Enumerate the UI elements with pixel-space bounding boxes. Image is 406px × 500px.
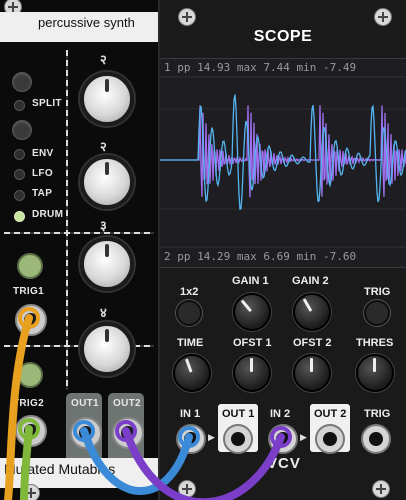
ch1-max-label: max [236, 61, 257, 74]
in2-label: IN 2 [270, 408, 291, 420]
arrow-icon: ▶ [208, 432, 215, 442]
big-knob-3[interactable] [80, 237, 134, 291]
ch2-min-label: min [296, 250, 317, 263]
ch1-min-label: min [296, 61, 317, 74]
knob-4-glyph: ४ [100, 305, 107, 320]
mode-button-1[interactable] [12, 72, 32, 92]
ch2-max-label: max [236, 250, 257, 263]
screw-icon [178, 8, 196, 26]
thres-knob[interactable] [356, 354, 394, 392]
scope-out1-jack[interactable] [223, 424, 253, 454]
out1-label: OUT1 [71, 398, 99, 409]
channel-1-trace [160, 94, 406, 211]
ch2-max: 6.69 [263, 250, 290, 263]
knob-1-glyph: २ [100, 52, 107, 67]
btn-1x2-label: 1x2 [180, 286, 199, 298]
trig1-jack[interactable] [15, 304, 47, 336]
split-label: SPLIT [32, 98, 62, 109]
in1-jack[interactable] [176, 424, 206, 454]
tap-label: TAP [32, 188, 53, 199]
trig1-label: TRIG1 [13, 286, 44, 297]
mode-1x2-button[interactable] [176, 300, 202, 326]
trig2-jack[interactable] [15, 415, 47, 447]
ch1-pp: 14.93 [197, 61, 231, 74]
split-led [14, 100, 25, 111]
gain2-label: GAIN 2 [292, 275, 329, 287]
ch1-index: 1 [164, 61, 171, 74]
scope-out1-label: OUT 1 [222, 408, 255, 420]
big-knob-4[interactable] [80, 322, 134, 376]
scope-title: SCOPE [253, 28, 313, 45]
ch2-min: -7.60 [323, 250, 357, 263]
knob-3-glyph: ३ [100, 218, 107, 233]
ch2-index: 2 [164, 250, 171, 263]
screw-icon [374, 8, 392, 26]
channel-2-trace [160, 105, 406, 198]
trig2-label: TRIG2 [13, 398, 44, 409]
module-title: percussive synth [38, 15, 135, 30]
scope-display: 1 pp 14.93 max 7.44 min -7.49 2 pp 14.29… [160, 58, 406, 268]
scope-out2-jack[interactable] [315, 424, 345, 454]
ofst2-knob[interactable] [293, 354, 331, 392]
ch1-stats: 1 pp 14.93 max 7.44 min -7.49 [164, 61, 356, 74]
ch1-min: -7.49 [323, 61, 357, 74]
screw-icon [372, 480, 390, 498]
ch2-pp-label: pp [177, 250, 191, 263]
big-knob-1[interactable] [80, 72, 134, 126]
big-knob-2[interactable] [80, 155, 134, 209]
time-label: TIME [177, 337, 204, 349]
scope-out2-label: OUT 2 [314, 408, 347, 420]
braid-decoration [4, 232, 154, 234]
braid-decoration [66, 50, 68, 390]
out1-jack[interactable] [70, 417, 102, 449]
gain1-knob[interactable] [233, 293, 271, 331]
ch2-stats: 2 pp 14.29 max 6.69 min -7.60 [164, 250, 356, 263]
gain1-label: GAIN 1 [232, 275, 269, 287]
arrow-icon: ▶ [300, 432, 307, 442]
gain2-knob[interactable] [293, 293, 331, 331]
trig-button[interactable] [364, 300, 390, 326]
ofst1-label: OFST 1 [233, 337, 272, 349]
in2-jack[interactable] [268, 424, 298, 454]
lfo-led [14, 169, 25, 180]
mode-button-2[interactable] [12, 120, 32, 140]
out2-jack[interactable] [112, 417, 144, 449]
trig2-button[interactable] [17, 362, 43, 388]
percussive-synth-module: percussive synth SPLIT ENV LFO TAP DRUM … [0, 0, 160, 500]
screw-icon [178, 480, 196, 498]
thres-label: THRES [356, 337, 394, 349]
ch2-pp: 14.29 [197, 250, 231, 263]
drum-led [14, 211, 25, 222]
module-footer-text: Mutated Mutables [4, 461, 116, 477]
vcv-logo: VCV [267, 455, 301, 472]
ofst2-label: OFST 2 [293, 337, 332, 349]
env-label: ENV [32, 148, 54, 159]
screw-icon [22, 484, 40, 500]
drum-label: DRUM [32, 209, 64, 220]
lfo-label: LFO [32, 168, 53, 179]
trig-jack-label: TRIG [364, 408, 391, 420]
ofst1-knob[interactable] [233, 354, 271, 392]
waveform-plot [160, 76, 406, 248]
in1-label: IN 1 [180, 408, 201, 420]
tap-led [14, 190, 25, 201]
knob-2-glyph: २ [100, 139, 107, 154]
out2-label: OUT2 [113, 398, 141, 409]
env-led [14, 149, 25, 160]
ch1-max: 7.44 [263, 61, 290, 74]
trig-jack[interactable] [361, 424, 391, 454]
time-knob[interactable] [173, 354, 211, 392]
ch1-pp-label: pp [177, 61, 191, 74]
trig-button-label: TRIG [364, 286, 391, 298]
trig1-button[interactable] [17, 253, 43, 279]
